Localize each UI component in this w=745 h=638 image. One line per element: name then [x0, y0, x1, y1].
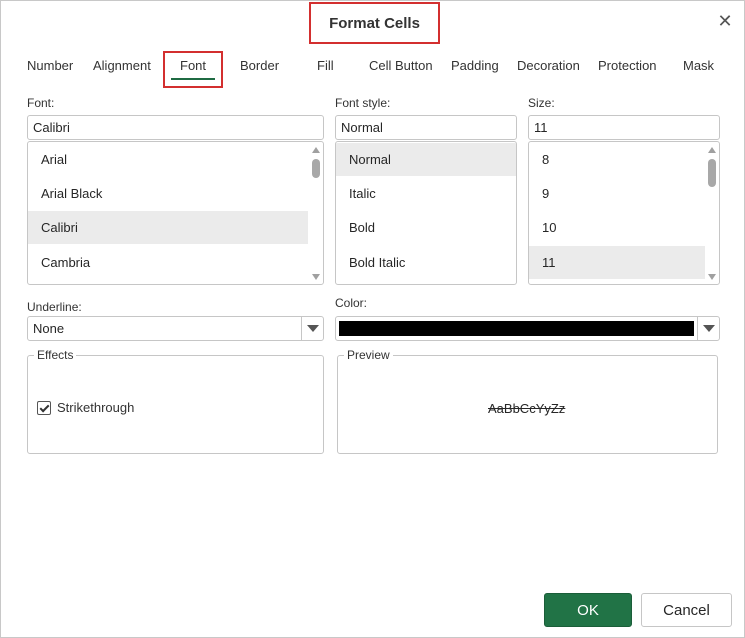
strikethrough-label[interactable]: Strikethrough — [57, 400, 134, 415]
effects-group-title: Effects — [34, 348, 77, 362]
underline-value: None — [33, 321, 65, 336]
font-label: Font: — [27, 96, 55, 110]
font-style-list-item-normal[interactable]: Normal — [336, 143, 516, 176]
size-list-item-10[interactable]: 10 — [529, 211, 705, 244]
size-input[interactable]: 11 — [528, 115, 720, 140]
close-button[interactable]: ✕ — [713, 9, 737, 33]
font-style-list-item-bold-italic[interactable]: Bold Italic — [336, 246, 516, 279]
tab-cell-button[interactable]: Cell Button — [369, 58, 433, 78]
size-label: Size: — [528, 96, 555, 110]
size-list-item-8[interactable]: 8 — [529, 143, 705, 176]
tab-fill[interactable]: Fill — [317, 58, 334, 78]
font-style-list-item-italic[interactable]: Italic — [336, 177, 516, 210]
underline-label: Underline: — [27, 300, 82, 314]
font-style-list-item-bold[interactable]: Bold — [336, 211, 516, 244]
size-listbox[interactable]: 8 9 10 11 — [528, 141, 720, 285]
preview-group-title: Preview — [344, 348, 393, 362]
format-cells-dialog: Format Cells ✕ Number Alignment Font Bor… — [0, 0, 745, 638]
font-list-item-arial-black[interactable]: Arial Black — [28, 177, 308, 210]
font-scroll-down-arrow[interactable] — [312, 274, 320, 280]
tab-font-active-indicator — [171, 78, 215, 80]
color-label: Color: — [335, 296, 368, 310]
color-swatch — [339, 321, 694, 336]
chevron-down-icon — [306, 325, 319, 332]
size-list-item-9[interactable]: 9 — [529, 177, 705, 210]
tab-alignment[interactable]: Alignment — [93, 58, 151, 78]
preview-groupbox: Preview AaBbCcYyZz — [337, 348, 718, 454]
tab-protection[interactable]: Protection — [598, 58, 657, 78]
preview-sample-text: AaBbCcYyZz — [488, 401, 566, 416]
tab-decoration[interactable]: Decoration — [517, 58, 580, 78]
effects-groupbox: Effects Strikethrough — [27, 348, 324, 454]
dialog-title: Format Cells — [329, 14, 420, 32]
font-style-input-value: Normal — [341, 120, 383, 135]
ok-button[interactable]: OK — [544, 593, 632, 627]
font-style-label: Font style: — [335, 96, 391, 110]
tab-font[interactable]: Font — [180, 58, 206, 78]
size-scroll-down-arrow[interactable] — [708, 274, 716, 280]
close-icon: ✕ — [717, 10, 733, 31]
checkmark-icon — [39, 402, 49, 412]
tab-padding[interactable]: Padding — [451, 58, 499, 78]
font-input-value: Calibri — [33, 120, 70, 135]
font-scroll-thumb[interactable] — [312, 159, 320, 178]
font-scroll-up-arrow[interactable] — [312, 147, 320, 153]
color-combobox[interactable] — [335, 316, 720, 341]
font-list-item-arial[interactable]: Arial — [28, 143, 308, 176]
font-listbox[interactable]: Arial Arial Black Calibri Cambria — [27, 141, 324, 285]
size-input-value: 11 — [534, 120, 548, 135]
dialog-title-box: Format Cells — [309, 2, 440, 44]
font-style-listbox[interactable]: Normal Italic Bold Bold Italic — [335, 141, 517, 285]
font-list-item-calibri[interactable]: Calibri — [28, 211, 308, 244]
tab-number[interactable]: Number — [27, 58, 73, 78]
size-scroll-thumb[interactable] — [708, 159, 716, 187]
font-input[interactable]: Calibri — [27, 115, 324, 140]
color-dropdown-button[interactable] — [697, 317, 719, 340]
chevron-down-icon — [702, 325, 715, 332]
font-list-item-cambria[interactable]: Cambria — [28, 246, 308, 279]
font-style-input[interactable]: Normal — [335, 115, 517, 140]
cancel-button[interactable]: Cancel — [641, 593, 732, 627]
underline-dropdown-button[interactable] — [301, 317, 323, 340]
strikethrough-checkbox[interactable] — [37, 401, 51, 415]
underline-combobox[interactable]: None — [27, 316, 324, 341]
tab-mask[interactable]: Mask — [683, 58, 714, 78]
size-list-item-11[interactable]: 11 — [529, 246, 705, 279]
size-scroll-up-arrow[interactable] — [708, 147, 716, 153]
tab-border[interactable]: Border — [240, 58, 279, 78]
